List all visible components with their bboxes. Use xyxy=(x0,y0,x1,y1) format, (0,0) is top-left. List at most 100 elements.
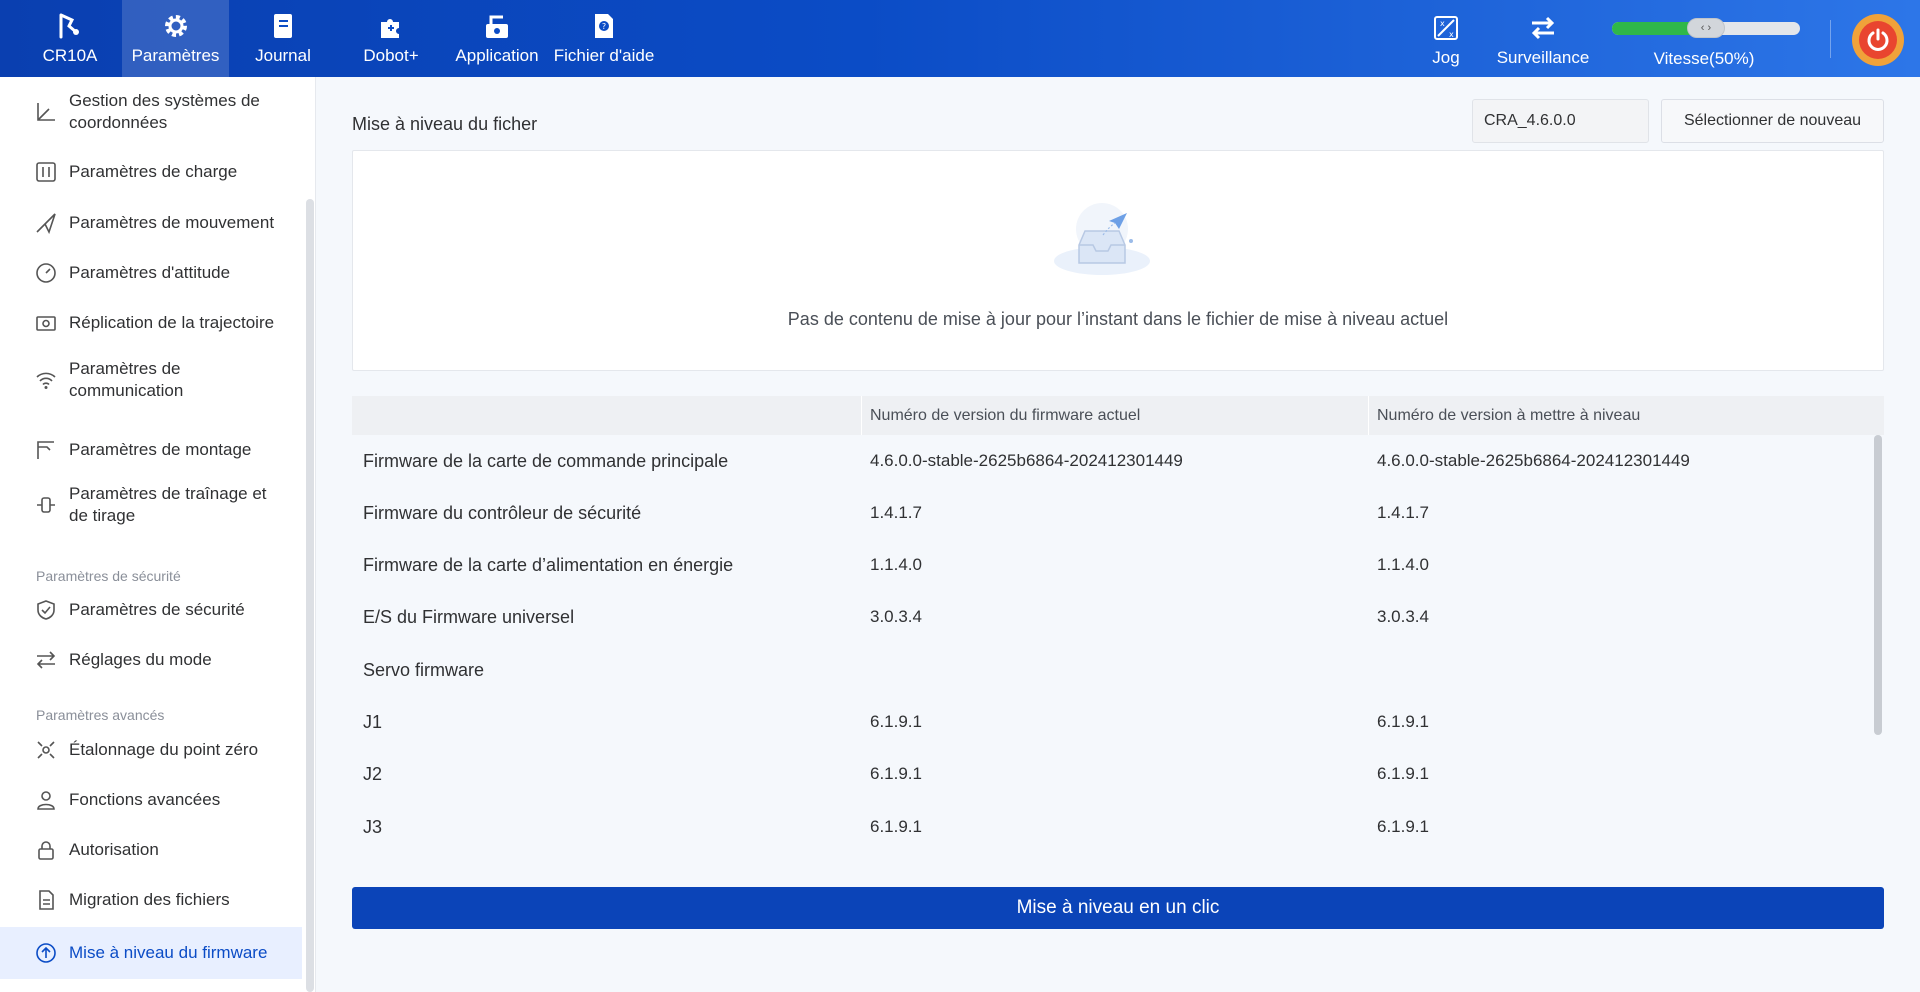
robot-arm-icon xyxy=(55,11,85,41)
table-row: E/S du Firmware universel 3.0.3.4 3.0.3.… xyxy=(352,591,1868,643)
table-row: Firmware de la carte d’alimentation en é… xyxy=(352,539,1868,591)
sidebar-section-security: Paramètres de sécurité xyxy=(36,568,181,584)
sidebar-item-authorization[interactable]: Autorisation xyxy=(0,830,302,870)
sidebar-item-advanced-functions[interactable]: Fonctions avancées xyxy=(0,780,302,820)
sidebar-item-label: Paramètres de sécurité xyxy=(69,600,245,619)
sidebar-item-firmware-upgrade[interactable]: Mise à niveau du firmware xyxy=(0,927,302,979)
table-header: Numéro de version du firmware actuel Num… xyxy=(352,396,1884,435)
sidebar-item-label: Paramètres de mouvement xyxy=(69,213,275,232)
column-header-target-version: Numéro de version à mettre à niveau xyxy=(1377,406,1641,424)
journal-icon xyxy=(268,11,298,41)
upgrade-file-version-field[interactable]: CRA_4.6.0.0 xyxy=(1472,99,1649,143)
upgrade-icon xyxy=(34,941,58,965)
speed-slider[interactable]: ‹ › Vitesse(50%) xyxy=(1608,14,1800,69)
top-bar: CR10A Paramètres Journal Dobot+ Applicat… xyxy=(0,0,1920,77)
firmware-name: J1 xyxy=(363,711,383,732)
table-row: Firmware du contrôleur de sécurité 1.4.1… xyxy=(352,487,1868,539)
coordinate-axes-icon xyxy=(34,100,58,124)
firmware-table: Firmware de la carte de commande princip… xyxy=(352,435,1884,925)
current-version: 4.6.0.0-stable-2625b6864-202412301449 xyxy=(870,451,1183,470)
sidebar-item-movement[interactable]: Paramètres de mouvement xyxy=(0,203,302,243)
camera-icon xyxy=(34,311,58,335)
nav-parametres[interactable]: Paramètres xyxy=(122,0,229,77)
nav-journal[interactable]: Journal xyxy=(240,0,326,77)
jog-button[interactable]: xx Jog xyxy=(1410,2,1482,79)
current-version: 6.1.9.1 xyxy=(870,764,922,783)
sidebar-item-label: Fonctions avancées xyxy=(69,790,221,809)
nav-application[interactable]: Application xyxy=(450,0,544,77)
speed-label: Vitesse(50%) xyxy=(1653,49,1755,68)
help-file-icon: ? xyxy=(589,11,619,41)
current-version: 1.4.1.7 xyxy=(870,503,922,522)
sidebar-item-label: Gestion des systèmes de coordonnées xyxy=(69,91,260,132)
nav-fichier-aide[interactable]: ? Fichier d'aide xyxy=(552,0,656,77)
puzzle-icon xyxy=(376,11,406,41)
firmware-name: Firmware du contrôleur de sécurité xyxy=(363,502,642,523)
calibration-icon xyxy=(34,738,58,762)
one-click-upgrade-button[interactable]: Mise à niveau en un clic xyxy=(352,887,1884,929)
column-divider xyxy=(861,396,862,435)
sidebar-item-communication[interactable]: Paramètres de communication xyxy=(0,355,302,405)
table-row: J1 6.1.9.1 6.1.9.1 xyxy=(352,696,1868,748)
file-migration-icon xyxy=(34,888,58,912)
sidebar-item-attitude[interactable]: Paramètres d'attitude xyxy=(0,253,302,293)
sidebar-item-drag[interactable]: Paramètres de traînage et de tirage xyxy=(0,480,302,530)
update-content-panel: Pas de contenu de mise à jour pour l’ins… xyxy=(352,150,1884,371)
column-header-current-version: Numéro de version du firmware actuel xyxy=(870,406,1141,424)
sidebar-item-file-migration[interactable]: Migration des fichiers xyxy=(0,880,302,920)
power-icon xyxy=(1859,21,1897,59)
swap-arrows-icon xyxy=(34,648,58,672)
sidebar-item-payload[interactable]: Paramètres de charge xyxy=(0,152,302,192)
nav-label: Dobot+ xyxy=(363,46,419,65)
nav-dobot-plus[interactable]: Dobot+ xyxy=(348,0,434,77)
table-scrollbar[interactable] xyxy=(1874,435,1882,735)
nav-cr10a[interactable]: CR10A xyxy=(28,0,112,77)
application-icon xyxy=(482,11,512,41)
mount-icon xyxy=(34,438,58,462)
sidebar-item-label: Paramètres de communication xyxy=(69,359,184,400)
sidebar: Gestion des systèmes de coordonnées Para… xyxy=(0,77,316,992)
power-button[interactable] xyxy=(1852,14,1904,66)
target-version: 4.6.0.0-stable-2625b6864-202412301449 xyxy=(1377,451,1690,470)
page-title: Mise à niveau du ficher xyxy=(352,114,538,134)
speed-slider-handle[interactable]: ‹ › xyxy=(1687,18,1725,38)
target-version: 3.0.3.4 xyxy=(1377,607,1429,626)
column-divider xyxy=(1368,396,1369,435)
jog-label: Jog xyxy=(1432,48,1460,67)
sidebar-item-zero-calibration[interactable]: Étalonnage du point zéro xyxy=(0,730,302,770)
sidebar-item-security[interactable]: Paramètres de sécurité xyxy=(0,590,302,630)
nav-label: Fichier d'aide xyxy=(553,46,655,65)
firmware-name: E/S du Firmware universel xyxy=(363,606,575,627)
main-panel: Mise à niveau du ficher CRA_4.6.0.0 Séle… xyxy=(316,77,1920,992)
nav-label: Journal xyxy=(255,46,311,65)
sidebar-scrollbar[interactable] xyxy=(306,199,314,992)
target-version: 6.1.9.1 xyxy=(1377,817,1429,836)
sidebar-item-label: Migration des fichiers xyxy=(69,890,230,909)
gauge-icon xyxy=(34,261,58,285)
user-icon xyxy=(34,788,58,812)
sidebar-section-advanced: Paramètres avancés xyxy=(36,707,165,723)
reselect-button[interactable]: Sélectionner de nouveau xyxy=(1661,99,1884,143)
gear-icon xyxy=(161,11,191,41)
lock-icon xyxy=(34,838,58,862)
target-version: 6.1.9.1 xyxy=(1377,712,1429,731)
svg-text:x: x xyxy=(1449,30,1454,39)
svg-text:?: ? xyxy=(602,22,606,31)
target-version: 1.4.1.7 xyxy=(1377,503,1429,522)
firmware-name: Firmware de la carte de commande princip… xyxy=(363,450,729,471)
sidebar-item-coordinate-systems[interactable]: Gestion des systèmes de coordonnées xyxy=(0,87,302,137)
empty-inbox-icon xyxy=(1051,197,1153,279)
current-version: 3.0.3.4 xyxy=(870,607,922,626)
sidebar-item-mode[interactable]: Réglages du mode xyxy=(0,640,302,680)
payload-icon xyxy=(34,160,58,184)
sidebar-item-trajectory[interactable]: Réplication de la trajectoire xyxy=(0,303,302,343)
sidebar-item-label: Autorisation xyxy=(69,840,159,859)
empty-message: Pas de contenu de mise à jour pour l’ins… xyxy=(787,309,1449,329)
current-version: 6.1.9.1 xyxy=(870,817,922,836)
firmware-name: Servo firmware xyxy=(363,659,485,680)
drag-icon xyxy=(34,493,58,517)
table-row: Firmware de la carte de commande princip… xyxy=(352,435,1868,487)
wifi-icon xyxy=(34,368,58,392)
sidebar-item-mounting[interactable]: Paramètres de montage xyxy=(0,430,302,470)
surveillance-button[interactable]: Surveillance xyxy=(1490,2,1596,79)
